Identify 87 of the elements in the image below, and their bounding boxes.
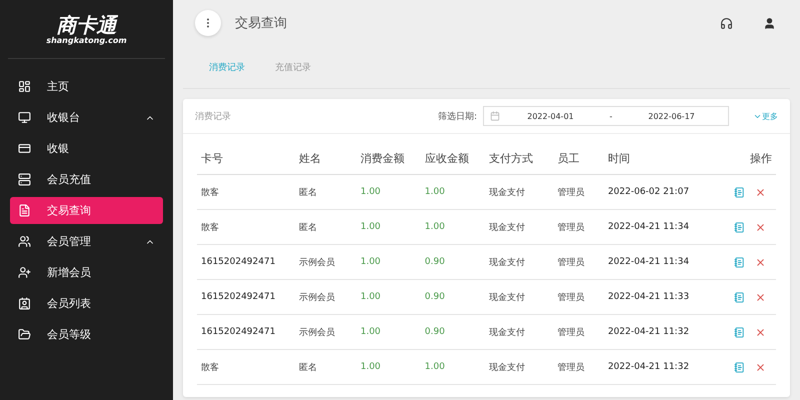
table-cell: 1.00 [356,210,421,244]
details-icon[interactable] [734,222,745,232]
table-cell: 1.00 [356,244,421,280]
table-cell: 管理员 [554,244,604,280]
table-cell: 2022-04-21 11:32 [604,350,714,384]
sidebar-item[interactable]: 新增会员 [10,259,163,286]
column-header: 姓名 [295,142,356,174]
delete-icon[interactable] [755,326,766,338]
delete-icon[interactable] [755,292,766,302]
column-header: 消费金额 [356,142,421,174]
table-cell: 现金支付 [485,210,554,244]
menu-icon [18,266,31,279]
menu-icon [18,235,31,248]
details-icon[interactable] [734,292,745,302]
delete-icon[interactable] [755,256,766,268]
column-header: 时间 [604,142,714,174]
table-cell: 管理员 [554,350,604,384]
sidebar-item[interactable]: 收银台 [10,104,163,131]
table-cell: 匿名 [295,350,356,384]
page-title: 交易查询 [235,15,288,32]
sidebar-item[interactable]: 主页 [10,73,163,100]
sidebar-item[interactable]: 会员充值 [10,166,163,193]
table-cell: 1.00 [356,174,421,210]
table-cell: 匿名 [295,210,356,244]
delete-icon[interactable] [755,222,766,232]
table-cell: 1.00 [356,350,421,384]
table-cell: 管理员 [554,280,604,314]
table-cell: 示例会员 [295,280,356,314]
table-cell: 现金支付 [485,280,554,314]
table-cell: 现金支付 [485,174,554,210]
table-cell: 现金支付 [485,244,554,280]
details-icon[interactable] [734,186,745,198]
table-cell: 散客 [197,210,296,244]
column-header: 操作 [714,142,776,174]
table-cell: 0.90 [420,280,486,314]
table-cell: 1.00 [356,314,421,350]
logo-domain: shangkatong.com [46,36,127,44]
table-cell: 匿名 [295,174,356,210]
menu-icon [18,142,31,155]
sidebar-item[interactable]: 收银 [10,135,163,162]
card-title: 消费记录 [195,110,232,122]
table-cell: 管理员 [554,174,604,210]
date-range-field[interactable]: 2022-04-01 - 2022-06-17 [483,106,729,126]
menu-icon [18,111,31,124]
menu-icon [18,80,31,93]
table-cell: 2022-04-21 11:33 [604,280,714,314]
details-icon[interactable] [734,256,745,268]
table-cell: 1.00 [356,280,421,314]
delete-icon[interactable] [755,186,766,198]
column-header: 应收金额 [420,142,486,174]
table-cell: 1.00 [420,174,486,210]
table-cell: 1615202492471 [197,280,296,314]
menu-icon [18,328,31,341]
table-cell: 2022-04-21 11:34 [604,244,714,280]
table-cell: 管理员 [554,314,604,350]
table-cell: 2022-04-21 11:32 [604,314,714,350]
column-header: 支付方式 [485,142,554,174]
table-cell: 散客 [197,174,296,210]
details-icon[interactable] [734,326,745,338]
column-header: 员工 [554,142,604,174]
table-cell: 1615202492471 [197,314,296,350]
delete-icon[interactable] [755,362,766,372]
menu-icon [18,173,31,186]
table-cell: 管理员 [554,210,604,244]
details-icon[interactable] [734,362,745,372]
menu-icon [18,297,31,310]
table-cell: 0.90 [420,244,486,280]
calendar-icon [490,111,500,121]
table-cell: 散客 [197,350,296,384]
sidebar-item[interactable]: 会员等级 [10,321,163,348]
table-cell: 示例会员 [295,244,356,280]
sidebar-item[interactable]: 交易查询 [10,197,163,224]
table-cell: 0.90 [420,314,486,350]
logo-name: 商卡通 [56,14,116,36]
table-cell: 2022-04-21 11:34 [604,210,714,244]
table-cell: 1.00 [420,210,486,244]
menu-icon [18,204,31,217]
sidebar-item[interactable]: 会员管理 [10,228,163,255]
table-cell: 1615202492471 [197,244,296,280]
column-header: 卡号 [197,142,296,174]
table-cell: 现金支付 [485,314,554,350]
table-cell: 2022-06-02 21:07 [604,174,714,210]
table-cell: 现金支付 [485,350,554,384]
sidebar-item[interactable]: 会员列表 [10,290,163,317]
table-cell: 示例会员 [295,314,356,350]
table-cell: 1.00 [420,350,486,384]
filter-label: 筛选日期: [438,110,477,122]
